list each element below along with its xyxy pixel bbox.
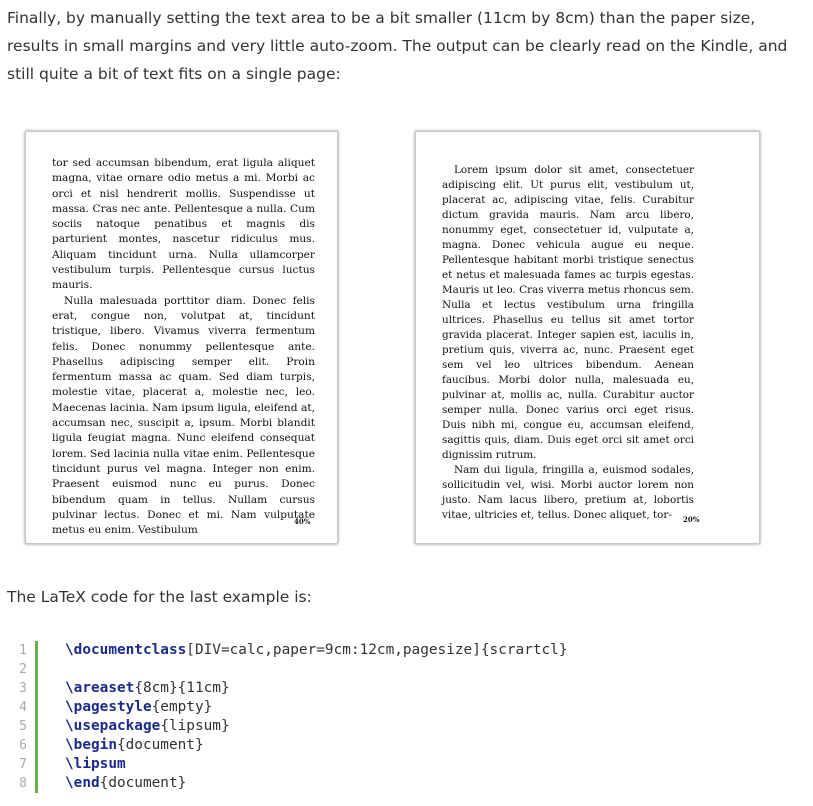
code-source: \lipsum: [38, 755, 126, 774]
code-command: \begin: [65, 737, 117, 753]
line-number: 4: [0, 698, 38, 717]
code-line: 5 \usepackage{lipsum}: [0, 717, 813, 736]
left-page-number: 40%: [294, 517, 311, 526]
line-number: 5: [0, 717, 38, 736]
code-command: \documentclass: [65, 642, 187, 658]
line-number: 6: [0, 736, 38, 755]
line-number: 7: [0, 755, 38, 774]
code-line: 8 \end{document}: [0, 774, 813, 793]
code-source: \pagestyle{empty}: [38, 698, 212, 717]
code-line: 3 \areaset{8cm}{11cm}: [0, 679, 813, 698]
line-number: 3: [0, 679, 38, 698]
code-argument: {lipsum}: [160, 718, 230, 734]
code-argument: {document}: [99, 775, 187, 791]
code-line: 4 \pagestyle{empty}: [0, 698, 813, 717]
code-block: 1 \documentclass[DIV=calc,paper=9cm:12cm,…: [0, 641, 813, 793]
code-line: 1 \documentclass[DIV=calc,paper=9cm:12cm,…: [0, 641, 813, 660]
kindle-page-left: tor sed accumsan bibendum, erat ligula a…: [25, 131, 338, 544]
left-page-text: tor sed accumsan bibendum, erat ligula a…: [52, 156, 315, 538]
intro-paragraph: Finally, by manually setting the text ar…: [7, 9, 788, 83]
right-page-number: 20%: [683, 515, 700, 524]
code-argument: {document}: [116, 737, 204, 753]
code-intro-heading: The LaTeX code for the last example is:: [7, 588, 312, 606]
code-source: \usepackage{lipsum}: [38, 717, 230, 736]
code-argument: [DIV=calc,paper=9cm:12cm,pagesize]{scrar…: [186, 642, 568, 658]
code-line: 7 \lipsum: [0, 755, 813, 774]
code-source: \areaset{8cm}{11cm}: [38, 679, 230, 698]
right-page-text: Lorem ipsum dolor sit amet, consectetuer…: [442, 163, 694, 523]
code-source: \end{document}: [38, 774, 186, 793]
code-command: \areaset: [65, 680, 135, 696]
page-paragraph: Nam dui ligula, fringilla a, euismod sod…: [442, 464, 694, 521]
code-command: \usepackage: [65, 718, 161, 734]
code-source: \documentclass[DIV=calc,paper=9cm:12cm,p…: [38, 641, 568, 660]
code-line: 6 \begin{document}: [0, 736, 813, 755]
code-line: 2: [0, 660, 813, 679]
code-argument: {8cm}{11cm}: [134, 680, 230, 696]
code-command: \pagestyle: [65, 699, 152, 715]
kindle-page-right: Lorem ipsum dolor sit amet, consectetuer…: [415, 131, 760, 544]
line-number: 2: [0, 660, 38, 679]
page-paragraph: Nulla malesuada porttitor diam. Donec fe…: [52, 294, 315, 537]
code-command: \lipsum: [65, 756, 126, 772]
code-source: [38, 660, 65, 679]
page-paragraph: tor sed accumsan bibendum, erat ligula a…: [52, 157, 315, 292]
line-number: 1: [0, 641, 38, 660]
page-paragraph: Lorem ipsum dolor sit amet, consectetuer…: [442, 164, 694, 461]
code-argument: {empty}: [151, 699, 213, 715]
line-number: 8: [0, 774, 38, 793]
code-command: \end: [65, 775, 100, 791]
code-source: \begin{document}: [38, 736, 204, 755]
